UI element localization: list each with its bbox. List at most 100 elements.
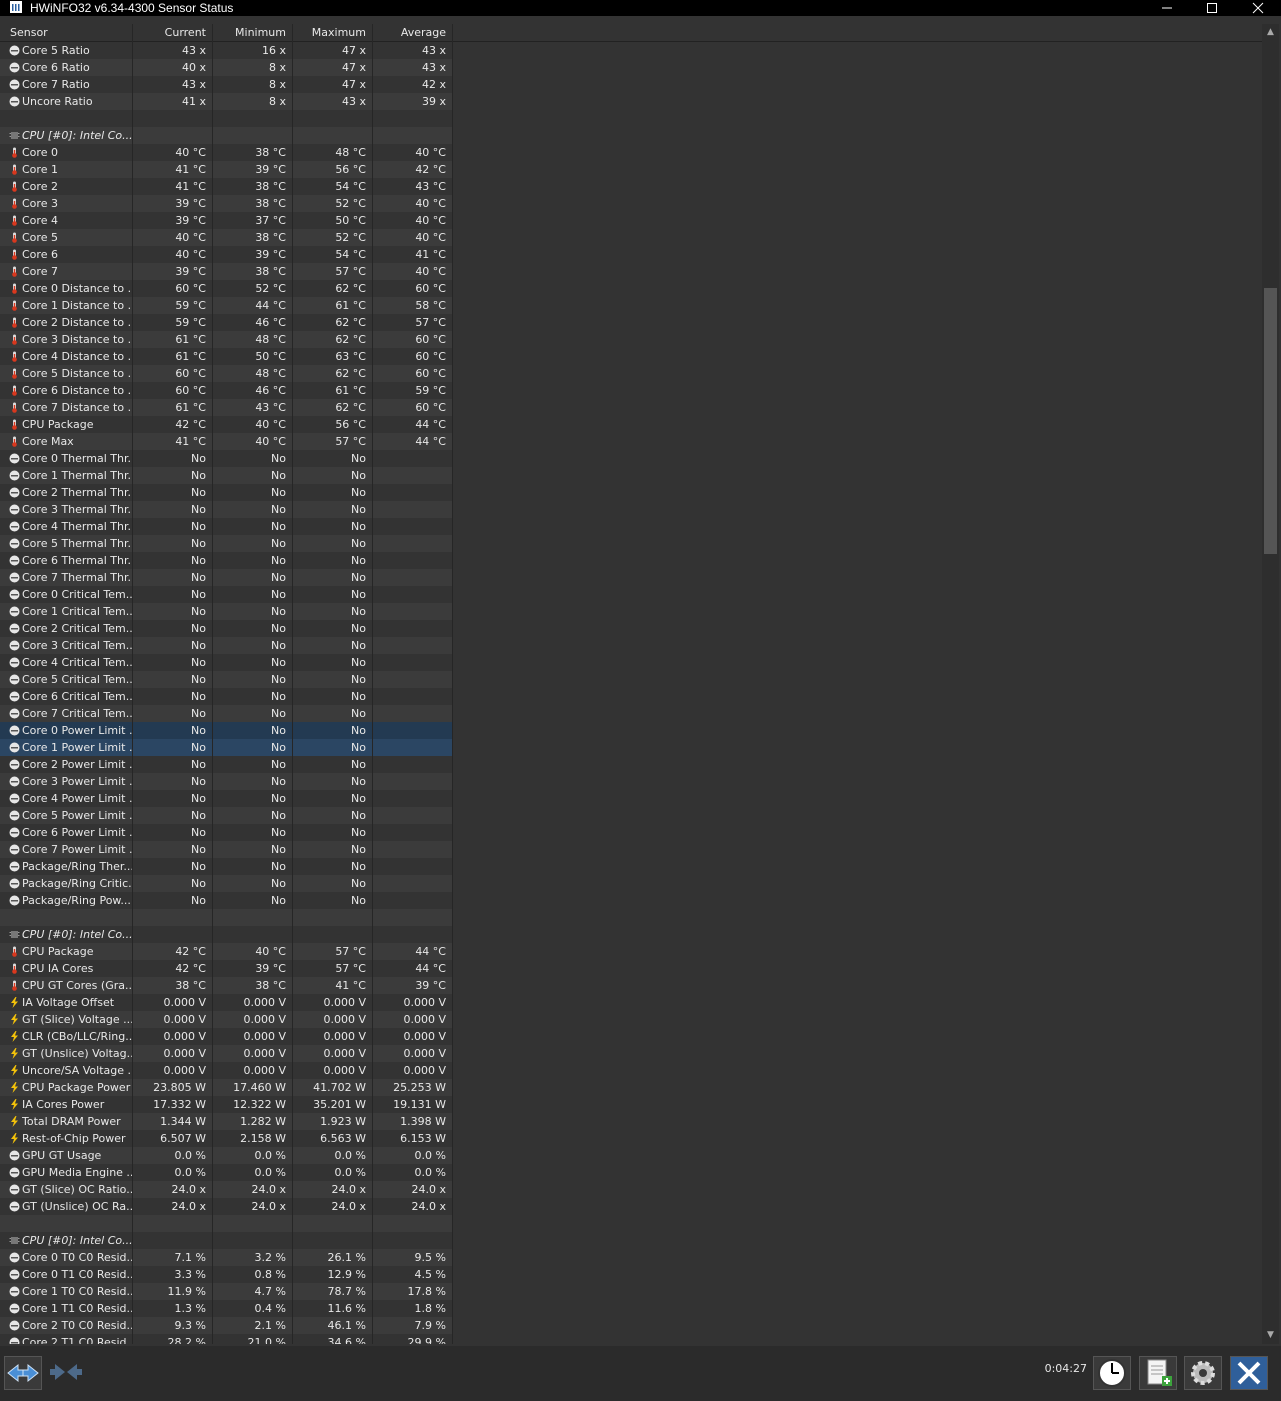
- table-row[interactable]: Core 0 T0 C0 Resid... 7.1 % 3.2 % 26.1 % 9.5…: [0, 1249, 453, 1266]
- table-row[interactable]: IA Cores Power 17.332 W 12.322 W 35.201 W 19…: [0, 1096, 453, 1113]
- header-sensor[interactable]: Sensor: [0, 24, 133, 41]
- maximize-button[interactable]: [1190, 0, 1234, 16]
- gauge-icon: [9, 640, 20, 651]
- table-row[interactable]: Core 0 T1 C0 Resid... 3.3 % 0.8 % 12.9 % 4.5…: [0, 1266, 453, 1283]
- sensor-name: CPU Package: [22, 418, 94, 431]
- table-row[interactable]: Core 4 Critical Tem... No No No: [0, 654, 453, 671]
- table-row[interactable]: Core 4 39 °C 37 °C 50 °C 40 °C: [0, 212, 453, 229]
- table-row[interactable]: GT (Slice) Voltage ... 0.000 V 0.000 V 0.00…: [0, 1011, 453, 1028]
- table-row[interactable]: Core 3 Thermal Thr... No No No: [0, 501, 453, 518]
- table-row[interactable]: CPU Package 42 °C 40 °C 57 °C 44 °C: [0, 943, 453, 960]
- table-row[interactable]: Core 1 Distance to ... 59 °C 44 °C 61 °C 58 …: [0, 297, 453, 314]
- table-row[interactable]: Core 1 T0 C0 Resid... 11.9 % 4.7 % 78.7 % 17…: [0, 1283, 453, 1300]
- table-row[interactable]: Core 7 39 °C 38 °C 57 °C 40 °C: [0, 263, 453, 280]
- table-row[interactable]: Core 6 Thermal Thr... No No No: [0, 552, 453, 569]
- table-row[interactable]: Core 6 Ratio 40 x 8 x 47 x 43 x: [0, 59, 453, 76]
- scroll-up-icon[interactable]: ▲: [1262, 24, 1279, 41]
- table-row[interactable]: Core 5 Thermal Thr... No No No: [0, 535, 453, 552]
- close-button[interactable]: [1236, 0, 1280, 16]
- table-row[interactable]: Core 2 T1 C0 Resid... 28.2 % 21.0 % 34.6 % 2…: [0, 1334, 453, 1344]
- scroll-down-icon[interactable]: ▼: [1262, 1327, 1279, 1344]
- table-row[interactable]: Uncore/SA Voltage ... 0.000 V 0.000 V 0.000…: [0, 1062, 453, 1079]
- table-row[interactable]: Core 2 Thermal Thr... No No No: [0, 484, 453, 501]
- table-row[interactable]: Core 1 Power Limit ... No No No: [0, 739, 453, 756]
- current-value: 6.507 W: [160, 1132, 206, 1145]
- exit-button[interactable]: [1230, 1356, 1268, 1390]
- table-row[interactable]: Core 6 Critical Tem... No No No: [0, 688, 453, 705]
- group-row[interactable]: CPU [#0]: Intel Co...: [0, 127, 453, 144]
- table-row[interactable]: Core 5 Power Limit ... No No No: [0, 807, 453, 824]
- table-row[interactable]: Core 3 39 °C 38 °C 52 °C 40 °C: [0, 195, 453, 212]
- sensor-table[interactable]: Core 5 Ratio 43 x 16 x 47 x 43 x Core 6 Ratio…: [0, 42, 1262, 1344]
- clock-button[interactable]: [1093, 1356, 1131, 1390]
- table-row[interactable]: GT (Slice) OC Ratio... 24.0 x 24.0 x 24.0 x…: [0, 1181, 453, 1198]
- table-row[interactable]: Package/Ring Critic... No No No: [0, 875, 453, 892]
- group-row[interactable]: CPU [#0]: Intel Co...: [0, 926, 453, 943]
- table-row[interactable]: Core 7 Ratio 43 x 8 x 47 x 42 x: [0, 76, 453, 93]
- log-file-button[interactable]: [1139, 1356, 1177, 1390]
- table-row[interactable]: Core 7 Critical Tem... No No No: [0, 705, 453, 722]
- table-row[interactable]: Core 2 Distance to ... 59 °C 46 °C 62 °C 57 …: [0, 314, 453, 331]
- vertical-scrollbar[interactable]: ▲ ▼: [1262, 24, 1279, 1344]
- table-row[interactable]: Core 3 Distance to ... 61 °C 48 °C 62 °C 60 …: [0, 331, 453, 348]
- table-row[interactable]: Core 6 40 °C 39 °C 54 °C 41 °C: [0, 246, 453, 263]
- table-row[interactable]: Core 4 Distance to ... 61 °C 50 °C 63 °C 60 …: [0, 348, 453, 365]
- table-row[interactable]: GPU Media Engine ... 0.0 % 0.0 % 0.0 % 0.0 %: [0, 1164, 453, 1181]
- header-average[interactable]: Average: [373, 24, 453, 41]
- table-row[interactable]: Core 7 Thermal Thr... No No No: [0, 569, 453, 586]
- table-row[interactable]: GT (Unslice) Voltag... 0.000 V 0.000 V 0.00…: [0, 1045, 453, 1062]
- table-row[interactable]: Core Max 41 °C 40 °C 57 °C 44 °C: [0, 433, 453, 450]
- table-row[interactable]: Core 5 Ratio 43 x 16 x 47 x 43 x: [0, 42, 453, 59]
- table-row[interactable]: Core 0 Distance to ... 60 °C 52 °C 62 °C 60 …: [0, 280, 453, 297]
- table-row[interactable]: CPU IA Cores 42 °C 39 °C 57 °C 44 °C: [0, 960, 453, 977]
- table-row[interactable]: Core 3 Power Limit ... No No No: [0, 773, 453, 790]
- table-row[interactable]: CPU Package Power 23.805 W 17.460 W 41.702 …: [0, 1079, 453, 1096]
- table-row[interactable]: Core 3 Critical Tem... No No No: [0, 637, 453, 654]
- table-row[interactable]: Core 2 Power Limit ... No No No: [0, 756, 453, 773]
- table-row[interactable]: IA Voltage Offset 0.000 V 0.000 V 0.000 V 0.…: [0, 994, 453, 1011]
- table-row[interactable]: Core 0 40 °C 38 °C 48 °C 40 °C: [0, 144, 453, 161]
- table-row[interactable]: Package/Ring Pow... No No No: [0, 892, 453, 909]
- table-row[interactable]: Core 7 Power Limit ... No No No: [0, 841, 453, 858]
- average-value: 17.8 %: [407, 1285, 446, 1298]
- table-row[interactable]: Core 5 Critical Tem... No No No: [0, 671, 453, 688]
- table-row[interactable]: CPU Package 42 °C 40 °C 56 °C 44 °C: [0, 416, 453, 433]
- table-row[interactable]: CPU GT Cores (Gra... 38 °C 38 °C 41 °C 39 °C: [0, 977, 453, 994]
- group-row[interactable]: CPU [#0]: Intel Co...: [0, 1232, 453, 1249]
- gauge-icon: [9, 623, 20, 634]
- header-current[interactable]: Current: [133, 24, 213, 41]
- table-row[interactable]: GPU GT Usage 0.0 % 0.0 % 0.0 % 0.0 %: [0, 1147, 453, 1164]
- table-row[interactable]: Core 5 40 °C 38 °C 52 °C 40 °C: [0, 229, 453, 246]
- table-row[interactable]: Core 2 41 °C 38 °C 54 °C 43 °C: [0, 178, 453, 195]
- table-row[interactable]: Core 1 T1 C0 Resid... 1.3 % 0.4 % 11.6 % 1.8…: [0, 1300, 453, 1317]
- table-row[interactable]: GT (Unslice) OC Ra... 24.0 x 24.0 x 24.0 x 2…: [0, 1198, 453, 1215]
- table-row[interactable]: Core 1 Thermal Thr... No No No: [0, 467, 453, 484]
- table-row[interactable]: Uncore Ratio 41 x 8 x 43 x 39 x: [0, 93, 453, 110]
- table-row[interactable]: Core 2 Critical Tem... No No No: [0, 620, 453, 637]
- scroll-thumb[interactable]: [1264, 288, 1277, 554]
- table-row[interactable]: Core 0 Thermal Thr... No No No: [0, 450, 453, 467]
- table-row[interactable]: Core 4 Power Limit ... No No No: [0, 790, 453, 807]
- table-row[interactable]: CLR (CBo/LLC/Ring... 0.000 V 0.000 V 0.000 …: [0, 1028, 453, 1045]
- table-row[interactable]: Core 5 Distance to ... 60 °C 48 °C 62 °C 60 …: [0, 365, 453, 382]
- collapse-button[interactable]: [48, 1356, 86, 1390]
- table-row[interactable]: Core 0 Power Limit ... No No No: [0, 722, 453, 739]
- table-row[interactable]: Core 7 Distance to ... 61 °C 43 °C 62 °C 60 …: [0, 399, 453, 416]
- table-row[interactable]: Core 4 Thermal Thr... No No No: [0, 518, 453, 535]
- table-row[interactable]: Core 6 Power Limit ... No No No: [0, 824, 453, 841]
- table-row[interactable]: Total DRAM Power 1.344 W 1.282 W 1.923 W 1.3…: [0, 1113, 453, 1130]
- table-row[interactable]: Core 1 41 °C 39 °C 56 °C 42 °C: [0, 161, 453, 178]
- header-minimum[interactable]: Minimum: [213, 24, 293, 41]
- table-row[interactable]: Core 6 Distance to ... 60 °C 46 °C 61 °C 59 …: [0, 382, 453, 399]
- expand-button[interactable]: [4, 1356, 42, 1390]
- settings-button[interactable]: [1184, 1356, 1222, 1390]
- minimum-value: No: [271, 741, 286, 754]
- minimize-button[interactable]: [1145, 0, 1189, 16]
- table-row[interactable]: Rest-of-Chip Power 6.507 W 2.158 W 6.563 W 6…: [0, 1130, 453, 1147]
- table-row[interactable]: Package/Ring Ther... No No No: [0, 858, 453, 875]
- table-row[interactable]: Core 2 T0 C0 Resid... 9.3 % 2.1 % 46.1 % 7.9…: [0, 1317, 453, 1334]
- table-row[interactable]: Core 0 Critical Tem... No No No: [0, 586, 453, 603]
- table-row[interactable]: Core 1 Critical Tem... No No No: [0, 603, 453, 620]
- header-maximum[interactable]: Maximum: [293, 24, 373, 41]
- average-value: 0.0 %: [414, 1149, 446, 1162]
